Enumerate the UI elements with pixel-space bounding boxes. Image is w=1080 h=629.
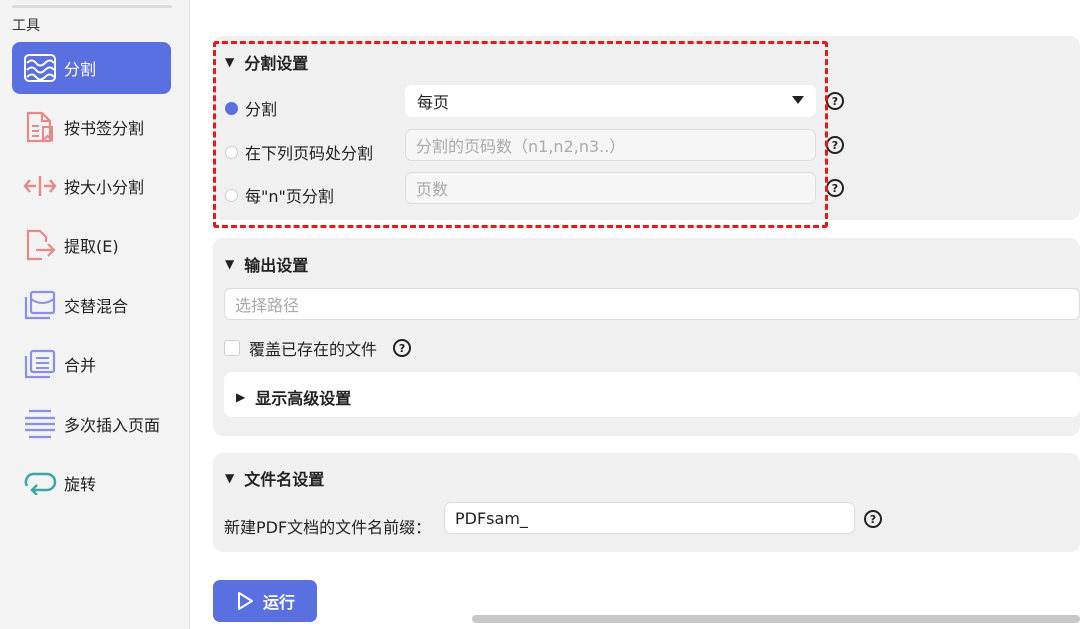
merge-icon: [20, 344, 60, 384]
overwrite-label: 覆盖已存在的文件: [249, 340, 378, 359]
run-label: 运行: [262, 593, 295, 612]
output-path-input[interactable]: 选择路径: [224, 288, 1080, 320]
output-settings-header[interactable]: ▼ 输出设置: [225, 252, 308, 276]
sidebar-item-rotate[interactable]: 旋转: [12, 457, 171, 509]
help-icon[interactable]: ?: [393, 339, 412, 357]
sidebar-item-label: 合并: [64, 356, 97, 375]
collapse-triangle-icon: ▼: [225, 55, 235, 69]
sidebar-item-merge[interactable]: 合并: [12, 338, 171, 390]
sidebar-item-bookmark-split[interactable]: 按书签分割: [12, 101, 171, 153]
split-settings-panel: ▼ 分割设置 分割 每页 ? 在下列页码处分割 分割的页码数（n1,n2,n3.…: [213, 36, 1080, 220]
output-settings-title: 输出设置: [244, 256, 309, 275]
sidebar-item-split[interactable]: 分割: [12, 42, 171, 94]
play-icon: [237, 592, 253, 610]
horizontal-scrollbar[interactable]: [472, 615, 1080, 623]
sidebar-item-insert-pages[interactable]: 多次插入页面: [12, 398, 171, 450]
option-split-label: 分割: [245, 100, 278, 119]
split-settings-title: 分割设置: [244, 54, 309, 73]
sidebar-divider: [12, 5, 172, 8]
sidebar-item-extract[interactable]: 提取(E): [12, 219, 171, 271]
collapse-triangle-icon: ▼: [225, 257, 235, 271]
collapse-triangle-icon: ▼: [225, 471, 235, 485]
page-count-input[interactable]: 页数: [405, 172, 816, 204]
chevron-down-icon: [792, 96, 804, 104]
sidebar-item-label: 多次插入页面: [64, 416, 161, 435]
page-numbers-input[interactable]: 分割的页码数（n1,n2,n3..）: [405, 129, 816, 161]
option-pages-row[interactable]: 在下列页码处分割: [225, 140, 373, 164]
size-split-icon: [20, 166, 60, 206]
sidebar-item-label: 分割: [64, 60, 97, 79]
advanced-settings-title: 显示高级设置: [255, 389, 352, 408]
help-icon[interactable]: ?: [826, 136, 844, 154]
help-icon[interactable]: ?: [826, 179, 844, 197]
sidebar-item-label: 旋转: [64, 475, 97, 494]
radio-pages[interactable]: [225, 145, 238, 159]
help-icon[interactable]: ?: [826, 92, 844, 110]
insert-pages-icon: [20, 404, 60, 444]
split-mode-value: 每页: [417, 93, 450, 112]
option-pages-label: 在下列页码处分割: [245, 144, 374, 163]
overwrite-checkbox[interactable]: [224, 340, 240, 356]
output-settings-panel: ▼ 输出设置 选择路径 覆盖已存在的文件 ? ▶ 显示高级设置: [213, 238, 1080, 436]
expand-triangle-icon: ▶: [236, 390, 246, 404]
run-button[interactable]: 运行: [213, 580, 317, 622]
bookmark-split-icon: [20, 107, 60, 147]
option-split-row[interactable]: 分割: [225, 96, 277, 120]
prefix-label: 新建PDF文档的文件名前缀：: [224, 518, 432, 537]
radio-every-n[interactable]: [225, 188, 238, 202]
sidebar-item-alternate-mix[interactable]: 交替混合: [12, 279, 171, 331]
prefix-input[interactable]: PDFsam_: [444, 502, 855, 534]
advanced-settings-header[interactable]: ▶ 显示高级设置: [236, 385, 351, 409]
sidebar: 工具 分割 按书签分割 按大小分割 提取(E) 交替混合 合并 多次插入页面 旋…: [0, 0, 190, 629]
filename-settings-title: 文件名设置: [244, 470, 325, 489]
help-icon[interactable]: ?: [864, 510, 882, 528]
overwrite-row[interactable]: 覆盖已存在的文件 ?: [224, 336, 412, 360]
main-content: ▼ 分割设置 分割 每页 ? 在下列页码处分割 分割的页码数（n1,n2,n3.…: [191, 0, 1080, 629]
sidebar-item-label: 提取(E): [64, 237, 119, 256]
split-mode-select[interactable]: 每页: [405, 85, 816, 117]
filename-settings-header[interactable]: ▼ 文件名设置: [225, 466, 324, 490]
filename-settings-panel: ▼ 文件名设置 新建PDF文档的文件名前缀： PDFsam_ ?: [213, 453, 1080, 552]
rotate-icon: [20, 463, 60, 503]
extract-icon: [20, 225, 60, 265]
split-settings-header[interactable]: ▼ 分割设置: [225, 50, 308, 74]
sidebar-item-label: 按书签分割: [64, 119, 145, 138]
option-every-n-row[interactable]: 每"n"页分割: [225, 183, 334, 207]
alternate-mix-icon: [20, 285, 60, 325]
sidebar-title: 工具: [12, 18, 40, 34]
option-every-n-label: 每"n"页分割: [245, 187, 334, 206]
radio-split[interactable]: [225, 101, 238, 115]
sidebar-item-size-split[interactable]: 按大小分割: [12, 160, 171, 212]
split-wave-icon: [20, 48, 60, 88]
sidebar-item-label: 按大小分割: [64, 178, 145, 197]
advanced-settings-section[interactable]: ▶ 显示高级设置: [224, 372, 1080, 417]
sidebar-item-label: 交替混合: [64, 297, 129, 316]
